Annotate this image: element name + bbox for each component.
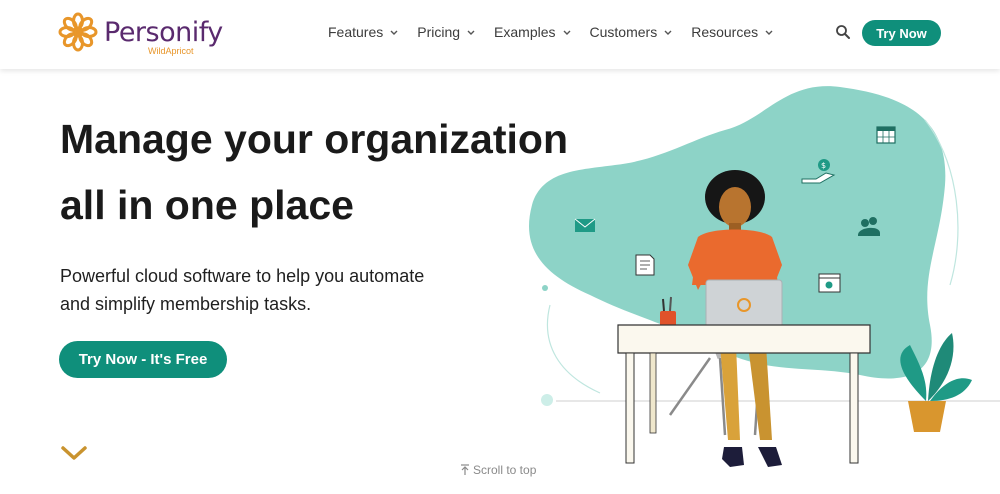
- nav-item-pricing[interactable]: Pricing: [417, 24, 476, 40]
- hero-illustration: $: [529, 86, 1000, 467]
- nav-item-features[interactable]: Features: [328, 24, 399, 40]
- brand-sub: WildApricot: [148, 46, 194, 56]
- main-nav: Features Pricing Examples Customers Reso…: [328, 24, 774, 40]
- try-now-button[interactable]: Try Now: [862, 20, 941, 46]
- desk: [617, 324, 871, 464]
- decor-dot: [541, 394, 553, 406]
- nav-item-label: Resources: [691, 24, 759, 40]
- settings-window-icon: [818, 273, 841, 293]
- calendar-icon: [876, 126, 896, 144]
- svg-text:$: $: [821, 161, 826, 170]
- try-now-free-button[interactable]: Try Now - It's Free: [59, 341, 227, 378]
- envelope-icon: [574, 218, 596, 232]
- chevron-down-icon: [467, 30, 475, 35]
- document-icon: [635, 254, 655, 276]
- nav-item-customers[interactable]: Customers: [590, 24, 674, 40]
- hero-subtitle-line: Powerful cloud software to help you auto…: [60, 266, 425, 286]
- decor-dot: [542, 285, 548, 291]
- flower-logo-icon: [58, 12, 98, 52]
- chevron-down-icon: [765, 30, 773, 35]
- hero-subtitle-line: and simplify membership tasks.: [60, 294, 312, 314]
- scroll-down-chevron-icon[interactable]: [60, 444, 88, 462]
- chevron-down-icon: [563, 30, 571, 35]
- nav-item-examples[interactable]: Examples: [494, 24, 571, 40]
- site-header: Personify WildApricot Features Pricing E…: [0, 0, 1000, 69]
- chevron-down-icon: [664, 30, 672, 35]
- arrow-up-icon: [461, 464, 469, 475]
- search-icon[interactable]: [835, 24, 851, 40]
- nav-item-label: Customers: [589, 24, 658, 40]
- potted-plant: [900, 333, 972, 432]
- nav-item-label: Examples: [494, 24, 556, 40]
- brand-logo[interactable]: Personify WildApricot: [58, 12, 228, 56]
- chevron-down-icon: [390, 30, 398, 35]
- nav-item-label: Features: [328, 24, 384, 40]
- nav-item-label: Pricing: [417, 24, 461, 40]
- hero-subtitle: Powerful cloud software to help you auto…: [60, 262, 480, 318]
- brand-name: Personify: [104, 17, 223, 48]
- nav-item-resources[interactable]: Resources: [691, 24, 774, 40]
